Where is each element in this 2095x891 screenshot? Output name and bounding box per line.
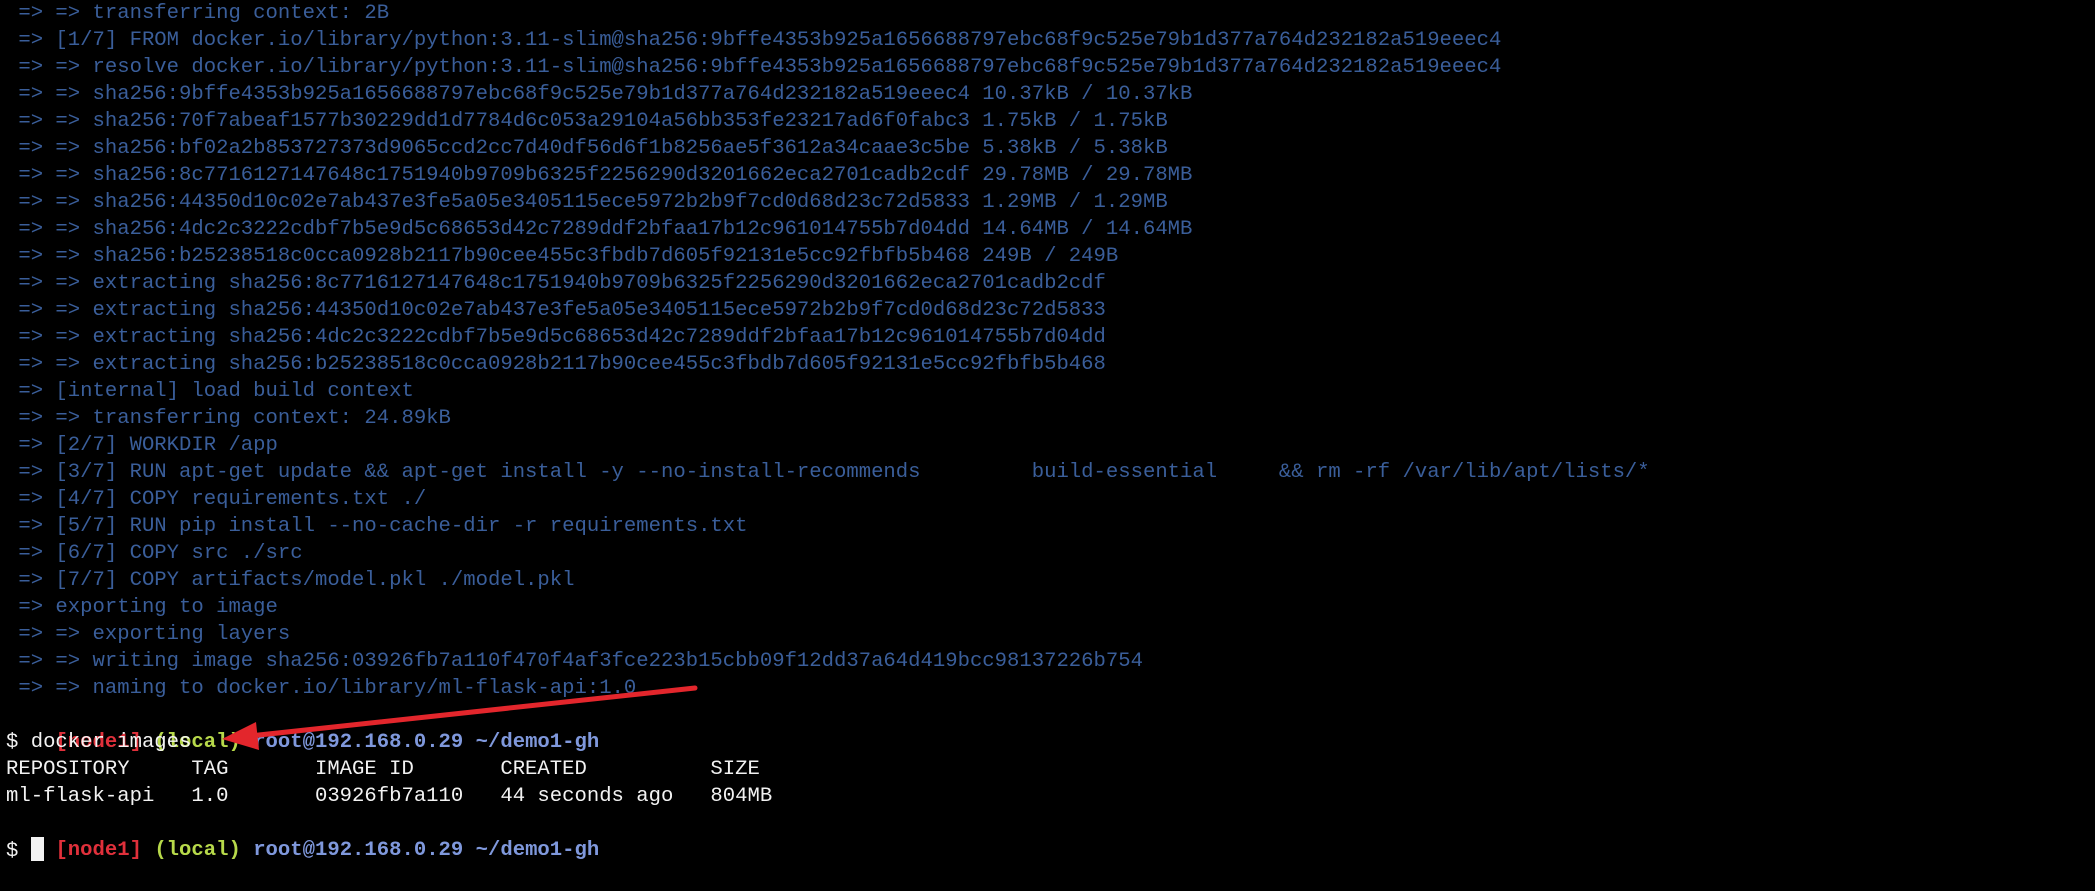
terminal-window[interactable]: => => transferring context: 2B => [1/7] … [0,0,2095,870]
build-log-line: => [7/7] COPY artifacts/model.pkl ./mode… [6,569,575,592]
build-log-line: => [1/7] FROM docker.io/library/python:3… [6,29,1502,52]
prompt-user-host-path: root@192.168.0.29 ~/demo1-gh [253,731,600,754]
build-log-line: => => sha256:bf02a2b853727373d9065ccd2cc… [6,137,1168,160]
build-log-line: => => extracting sha256:b25238518c0cca09… [6,353,1106,376]
build-log-line: => => extracting sha256:4dc2c3222cdbf7b5… [6,326,1106,349]
build-log-line: => [internal] load build context [6,380,414,403]
build-log-line: => [2/7] WORKDIR /app [6,434,278,457]
prompt-line-final: [node1] (local) root@192.168.0.29 ~/demo… [6,810,2095,862]
prompt-symbol: $ [6,840,31,863]
build-log-line: => [3/7] RUN apt-get update && apt-get i… [6,461,1650,484]
build-log-line: => => writing image sha256:03926fb7a110f… [6,650,1143,673]
build-log-line: => => sha256:70f7abeaf1577b30229dd1d7784… [6,110,1168,133]
build-log-line: => [6/7] COPY src ./src [6,542,303,565]
images-table-header: REPOSITORY TAG IMAGE ID CREATED SIZE [6,758,760,781]
prompt-user-host-path: root@192.168.0.29 ~/demo1-gh [253,839,600,862]
build-log-line: => => sha256:4dc2c3222cdbf7b5e9d5c68653d… [6,218,1193,241]
prompt-node: [node1] [55,839,142,862]
prompt-env: (local) [154,839,241,862]
prompt-line: [node1] (local) root@192.168.0.29 ~/demo… [6,702,2095,754]
build-log: => => transferring context: 2B => [1/7] … [6,0,2095,702]
build-log-line: => [5/7] RUN pip install --no-cache-dir … [6,515,748,538]
build-log-line: => => transferring context: 24.89kB [6,407,451,430]
build-log-line: => => sha256:9bffe4353b925a1656688797ebc… [6,83,1193,106]
build-log-line: => exporting to image [6,596,278,619]
build-log-line: => => sha256:b25238518c0cca0928b2117b90c… [6,245,1119,268]
build-log-line: => => transferring context: 2B [6,2,390,25]
build-log-line: => => resolve docker.io/library/python:3… [6,56,1502,79]
build-log-line: => => extracting sha256:44350d10c02e7ab4… [6,299,1106,322]
build-log-line: => => extracting sha256:8c7716127147648c… [6,272,1106,295]
build-log-line: => => exporting layers [6,623,291,646]
build-log-line: => => sha256:44350d10c02e7ab437e3fe5a05e… [6,191,1168,214]
images-table-row: ml-flask-api 1.0 03926fb7a110 44 seconds… [6,785,773,808]
build-log-line: => => sha256:8c7716127147648c1751940b970… [6,164,1193,187]
text-cursor [30,837,44,861]
build-log-line: => [4/7] COPY requirements.txt ./ [6,488,427,511]
build-log-line: => => naming to docker.io/library/ml-fla… [6,677,637,700]
